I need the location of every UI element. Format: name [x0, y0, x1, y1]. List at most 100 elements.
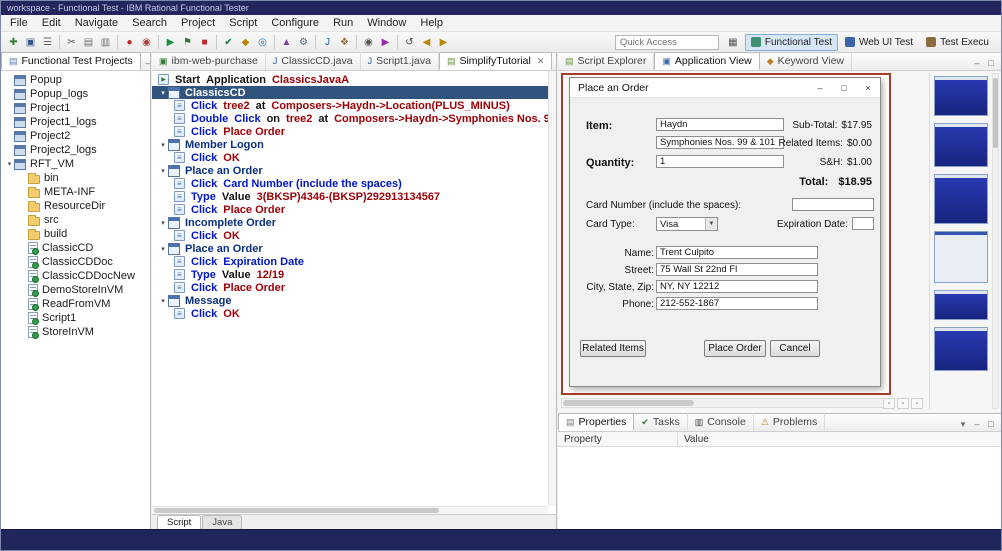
- perspective-functional-test[interactable]: Functional Test: [744, 33, 838, 51]
- tree-item-meta-inf[interactable]: META-INF: [1, 185, 150, 199]
- tree-item-resourcedir[interactable]: ResourceDir: [1, 199, 150, 213]
- expiration-field[interactable]: [852, 217, 874, 230]
- app-thumbnail[interactable]: [933, 174, 988, 224]
- menu-window[interactable]: Window: [360, 16, 413, 30]
- editor-tab-ibm-web-purchase[interactable]: ▣ ibm-web-purchase: [152, 52, 266, 70]
- card-number-field[interactable]: [792, 198, 874, 211]
- menu-search[interactable]: Search: [125, 16, 174, 30]
- script-group-row[interactable]: ▾ Incomplete Order: [152, 216, 548, 229]
- script-step-row[interactable]: Type Value 12/19: [152, 268, 548, 281]
- tree-item-script1[interactable]: Script1: [1, 311, 150, 325]
- record-icon[interactable]: ●: [121, 34, 138, 51]
- open-perspective-icon[interactable]: ▦: [725, 34, 741, 50]
- menu-run[interactable]: Run: [326, 16, 360, 30]
- tree-item-project1-logs[interactable]: Project1_logs: [1, 115, 150, 129]
- view-tab-keyword-view[interactable]: ◆ Keyword View: [760, 52, 853, 70]
- test-object-inspector-icon[interactable]: ◎: [254, 34, 271, 51]
- script-step-row[interactable]: Click Place Order: [152, 203, 548, 216]
- script-step-row[interactable]: Start Application ClassicsJavaA: [152, 73, 548, 86]
- script-editor-body[interactable]: Start Application ClassicsJavaA ▾ ClassicsCD…: [152, 71, 548, 506]
- tree-item-storeinvm[interactable]: StoreInVM: [1, 325, 150, 339]
- script-step-row[interactable]: Click Place Order: [152, 281, 548, 294]
- app-thumbnail[interactable]: [933, 231, 988, 283]
- editor-tab-simplifytutorial[interactable]: ▤ SimplifyTutorial ✕: [438, 52, 553, 70]
- tree-item-popup[interactable]: Popup: [1, 73, 150, 87]
- copy-icon[interactable]: ▤: [80, 34, 97, 51]
- scrollbar-thumb[interactable]: [563, 400, 695, 406]
- script-step-row[interactable]: Click Place Order: [152, 125, 548, 138]
- script-group-row[interactable]: ▾ ClassicsCD: [152, 86, 548, 99]
- chevron-down-icon[interactable]: ▾: [158, 297, 168, 305]
- perspective-test-execu[interactable]: Test Execu: [920, 34, 995, 51]
- script-step-row[interactable]: Click Card Number (include the spaces): [152, 177, 548, 190]
- tree-item-project2[interactable]: Project2: [1, 129, 150, 143]
- maximize-icon[interactable]: □: [984, 56, 998, 70]
- chevron-down-icon[interactable]: ▾: [158, 219, 168, 227]
- script-step-row[interactable]: Click OK: [152, 229, 548, 242]
- tree-item-project2-logs[interactable]: Project2_logs: [1, 143, 150, 157]
- minimize-icon[interactable]: –: [970, 417, 984, 431]
- editor-horizontal-scrollbar[interactable]: [152, 506, 548, 514]
- tree-item-classiccddoc[interactable]: ClassicCDDoc: [1, 255, 150, 269]
- chevron-down-icon[interactable]: ▾: [5, 160, 14, 168]
- new-java-class-icon[interactable]: J: [319, 34, 336, 51]
- back-icon[interactable]: ◀: [418, 34, 435, 51]
- view-tab-application-view[interactable]: ▣ Application View: [654, 52, 760, 70]
- properties-table-body[interactable]: [558, 447, 1001, 529]
- card-type-select[interactable]: Visa ▼: [656, 217, 718, 231]
- close-icon[interactable]: ✕: [537, 56, 545, 67]
- configure-applications-icon[interactable]: ⚙: [295, 34, 312, 51]
- search-icon[interactable]: ◉: [360, 34, 377, 51]
- debug-script-icon[interactable]: ⚑: [179, 34, 196, 51]
- related-items-button[interactable]: Related Items: [580, 340, 646, 357]
- close-icon[interactable]: ×: [856, 78, 880, 97]
- place-order-button[interactable]: Place Order: [704, 340, 766, 357]
- menu-configure[interactable]: Configure: [264, 16, 326, 30]
- thumbnail-nav-icon[interactable]: ▫: [883, 398, 895, 409]
- tree-item-classiccd[interactable]: ClassicCD: [1, 241, 150, 255]
- external-tools-icon[interactable]: ▶: [377, 34, 394, 51]
- tree-item-demostoreinvm[interactable]: DemoStoreInVM: [1, 283, 150, 297]
- forward-icon[interactable]: ▶: [435, 34, 452, 51]
- column-value[interactable]: Value: [678, 432, 709, 446]
- name-field[interactable]: [656, 246, 818, 259]
- view-tab-script-explorer[interactable]: ▤ Script Explorer: [558, 52, 655, 70]
- thumbnail-rail-scrollbar[interactable]: [992, 73, 999, 409]
- app-thumbnail[interactable]: [933, 123, 988, 167]
- script-group-row[interactable]: ▾ Place an Order: [152, 242, 548, 255]
- menu-project[interactable]: Project: [174, 16, 222, 30]
- street-field[interactable]: [656, 263, 818, 276]
- application-view-horizontal-scrollbar[interactable]: [561, 398, 891, 408]
- paste-icon[interactable]: ▥: [97, 34, 114, 51]
- insert-data-driven-commands-icon[interactable]: ◆: [237, 34, 254, 51]
- cancel-button[interactable]: Cancel: [770, 340, 820, 357]
- menu-edit[interactable]: Edit: [35, 16, 68, 30]
- view-tab-properties[interactable]: ▤ Properties: [558, 413, 635, 431]
- column-property[interactable]: Property: [558, 432, 678, 446]
- view-tab-tasks[interactable]: ✔ Tasks: [634, 413, 688, 431]
- script-step-row[interactable]: Click Expiration Date: [152, 255, 548, 268]
- city-state-zip-field[interactable]: [656, 280, 818, 293]
- tree-item-popup-logs[interactable]: Popup_logs: [1, 87, 150, 101]
- maximize-icon[interactable]: □: [832, 78, 856, 97]
- thumbnail-nav-icon[interactable]: ▫: [897, 398, 909, 409]
- tree-item-readfromvm[interactable]: ReadFromVM: [1, 297, 150, 311]
- scrollbar-thumb[interactable]: [993, 78, 998, 148]
- tree-item-classiccddocnew[interactable]: ClassicCDDocNew: [1, 269, 150, 283]
- stop-icon[interactable]: ■: [196, 34, 213, 51]
- insert-recording-icon[interactable]: ◉: [138, 34, 155, 51]
- view-menu-icon[interactable]: ▾: [956, 417, 970, 431]
- editor-tab-classiccd-java[interactable]: J ClassicCD.java: [266, 52, 361, 70]
- menu-file[interactable]: File: [3, 16, 35, 30]
- menu-script[interactable]: Script: [222, 16, 264, 30]
- minimize-icon[interactable]: –: [808, 78, 832, 97]
- editor-mode-tab-script[interactable]: Script: [157, 515, 202, 529]
- tree-item-project1[interactable]: Project1: [1, 101, 150, 115]
- tab-functional-test-projects[interactable]: ▤ Functional Test Projects: [1, 52, 141, 70]
- app-thumbnail[interactable]: [933, 327, 988, 371]
- enable-environments-icon[interactable]: ▲: [278, 34, 295, 51]
- editor-vertical-scrollbar[interactable]: [548, 71, 556, 506]
- save-icon[interactable]: ▣: [22, 34, 39, 51]
- phone-field[interactable]: [656, 297, 818, 310]
- run-script-icon[interactable]: ▶: [162, 34, 179, 51]
